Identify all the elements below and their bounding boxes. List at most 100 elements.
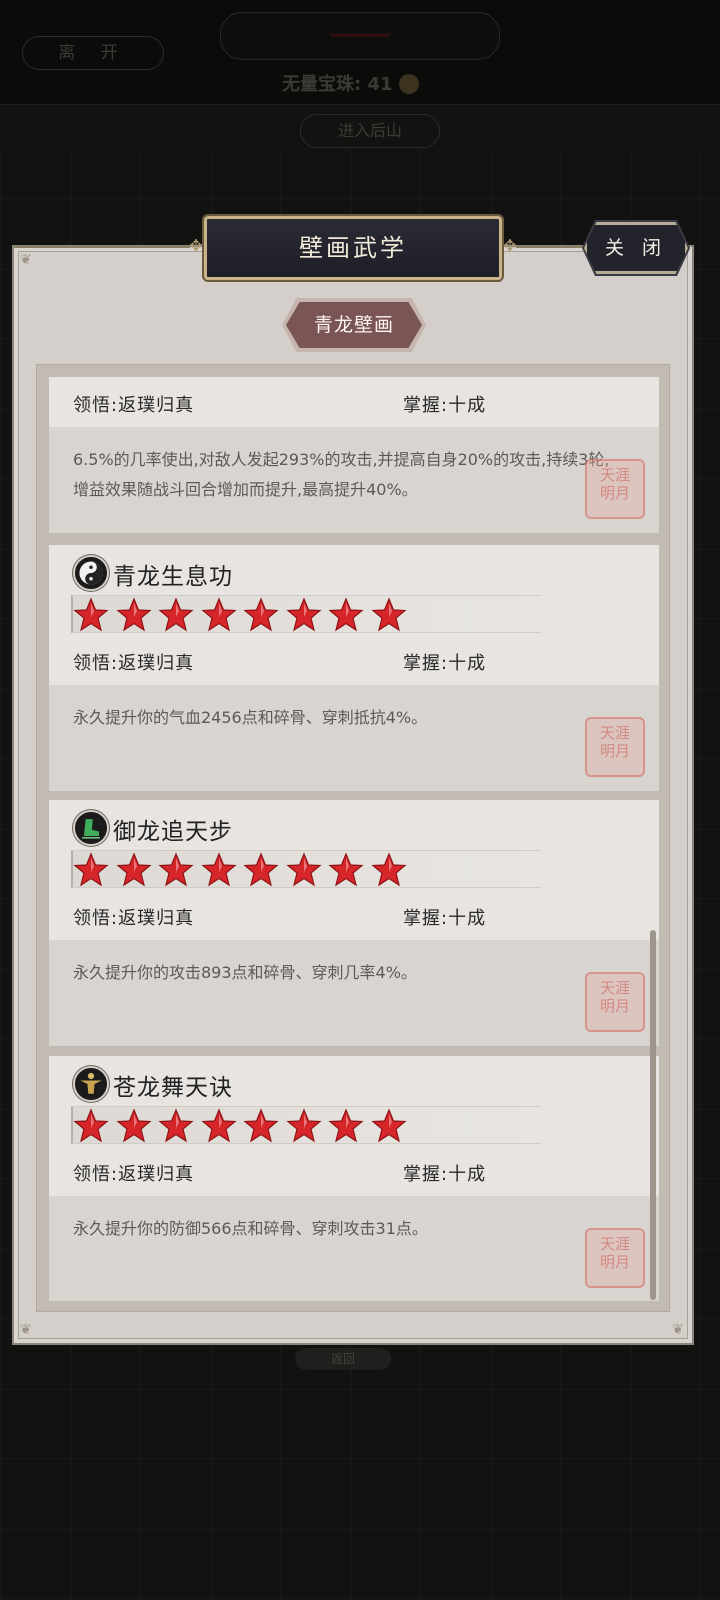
knot-ornament-icon: ✥ [503, 236, 517, 255]
skill-description: 永久提升你的防御566点和碎骨、穿刺攻击31点。 [73, 1219, 428, 1238]
skill-description: 6.5%的几率使出,对敌人发起293%的攻击,并提高自身20%的攻击,持续3轮,… [73, 450, 610, 499]
skill-description-area: 永久提升你的防御566点和碎骨、穿刺攻击31点。 天涯 明月 [49, 1196, 659, 1301]
corner-ornament-icon: ❦ [672, 1322, 684, 1338]
mastery-label: 掌握: [403, 653, 449, 674]
comprehension-value: 返璞归真 [118, 395, 195, 416]
corner-ornament-icon: ❦ [20, 252, 32, 268]
skill-description-area: 6.5%的几率使出,对敌人发起293%的攻击,并提高自身20%的攻击,持续3轮,… [49, 427, 659, 533]
seal-stamp-icon: 天涯 明月 [585, 1228, 645, 1288]
skill-name: 青龙生息功 [113, 564, 233, 590]
star-icon [328, 852, 364, 887]
star-icon [243, 1108, 279, 1143]
comprehension-field: 领悟:返璞归真 [73, 1160, 194, 1186]
comprehension-value: 返璞归真 [118, 1164, 195, 1185]
taiji-icon [73, 555, 109, 591]
mastery-field: 掌握:十成 [403, 649, 486, 675]
scrollbar[interactable] [650, 930, 656, 1300]
comprehension-field: 领悟:返璞归真 [73, 904, 194, 930]
comprehension-label: 领悟: [73, 395, 119, 416]
return-button[interactable]: 返回 [295, 1348, 391, 1370]
comprehension-label: 领悟: [73, 1164, 119, 1185]
seal-stamp-icon: 天涯 明月 [585, 972, 645, 1032]
star-icon [370, 597, 407, 632]
close-button[interactable]: 关 闭 [584, 222, 688, 274]
golden-figure-icon [73, 1066, 109, 1102]
skill-header: 苍龙舞天诀 [49, 1056, 659, 1146]
mastery-field: 掌握:十成 [403, 1160, 486, 1186]
skill-meta-row: 领悟:返璞归真 掌握:十成 [49, 890, 659, 940]
section-tag: 青龙壁画 [286, 302, 422, 348]
comprehension-label: 领悟: [73, 653, 119, 674]
modal-title: 壁画武学 [202, 214, 504, 282]
comprehension-field: 领悟:返璞归真 [73, 649, 194, 675]
star-icon [243, 852, 279, 887]
skill-description-area: 永久提升你的攻击893点和碎骨、穿刺几率4%。 天涯 明月 [49, 940, 659, 1046]
skill-name: 苍龙舞天诀 [113, 1075, 233, 1101]
skill-description: 永久提升你的气血2456点和碎骨、穿刺抵抗4%。 [73, 708, 428, 727]
skill-meta-row: 领悟:返璞归真 掌握:十成 [49, 1146, 659, 1196]
star-icon [200, 597, 237, 632]
skill-card[interactable]: 御龙追天步领悟:返璞归真 掌握:十成永久提升你的攻击893点和碎骨、穿刺几率4%。… [49, 800, 659, 1046]
skill-description: 永久提升你的攻击893点和碎骨、穿刺几率4%。 [73, 963, 417, 982]
star-icon [370, 852, 407, 887]
star-icon [158, 1108, 194, 1143]
star-icon [285, 852, 322, 887]
mastery-label: 掌握: [403, 908, 449, 929]
green-boot-icon [73, 810, 109, 846]
skill-list-frame: 领悟:返璞归真 掌握:十成 6.5%的几率使出,对敌人发起293%的攻击,并提高自身… [36, 364, 670, 1312]
star-icon [370, 1108, 407, 1143]
mastery-field: 掌握:十成 [403, 904, 486, 930]
star-icon [115, 1108, 152, 1143]
currency-value: 41 [367, 74, 393, 95]
star-rating [71, 850, 541, 888]
skill-card[interactable]: 苍龙舞天诀领悟:返璞归真 掌握:十成永久提升你的防御566点和碎骨、穿刺攻击31点… [49, 1056, 659, 1301]
scene-title: 一一一 [220, 12, 500, 60]
star-icon [328, 597, 364, 632]
mastery-value: 十成 [448, 1164, 487, 1185]
knot-ornament-icon: ✥ [189, 236, 203, 255]
skill-name: 御龙追天步 [113, 819, 233, 845]
star-icon [158, 597, 194, 632]
star-icon [285, 1108, 322, 1143]
skill-meta-row: 领悟:返璞归真 掌握:十成 [49, 635, 659, 685]
mastery-field: 掌握:十成 [403, 391, 486, 417]
mastery-label: 掌握: [403, 1164, 449, 1185]
star-icon [73, 597, 109, 632]
mastery-label: 掌握: [403, 395, 449, 416]
pearl-icon [398, 74, 419, 94]
star-icon [158, 852, 194, 887]
seal-stamp-icon: 天涯 明月 [585, 459, 645, 519]
skill-card[interactable]: 领悟:返璞归真 掌握:十成 6.5%的几率使出,对敌人发起293%的攻击,并提高自身… [49, 377, 659, 533]
comprehension-value: 返璞归真 [118, 908, 195, 929]
star-rating [71, 595, 541, 633]
star-icon [328, 1108, 364, 1143]
corner-ornament-icon: ❦ [20, 1322, 32, 1338]
star-icon [73, 1108, 109, 1143]
comprehension-value: 返璞归真 [118, 653, 195, 674]
currency-label: 无量宝珠: [282, 74, 362, 95]
seal-stamp-icon: 天涯 明月 [585, 717, 645, 777]
skill-meta-row: 领悟:返璞归真 掌握:十成 [49, 377, 659, 427]
comprehension-field: 领悟:返璞归真 [73, 391, 194, 417]
star-icon [115, 852, 152, 887]
star-icon [200, 852, 237, 887]
mastery-value: 十成 [448, 653, 487, 674]
leave-button[interactable]: 离 开 [22, 36, 164, 70]
comprehension-label: 领悟: [73, 908, 119, 929]
star-icon [115, 597, 152, 632]
skill-description-area: 永久提升你的气血2456点和碎骨、穿刺抵抗4%。 天涯 明月 [49, 685, 659, 791]
star-icon [200, 1108, 237, 1143]
star-icon [73, 852, 109, 887]
skill-list[interactable]: 领悟:返璞归真 掌握:十成 6.5%的几率使出,对敌人发起293%的攻击,并提高自身… [49, 377, 659, 1301]
mastery-value: 十成 [448, 908, 487, 929]
currency-display: 无量宝珠: 41 [282, 70, 419, 96]
skill-header: 青龙生息功 [49, 545, 659, 635]
skill-header: 御龙追天步 [49, 800, 659, 890]
enter-back-mountain-button[interactable]: 进入后山 [300, 114, 440, 148]
title-decor-line [14, 246, 190, 248]
skill-card[interactable]: 青龙生息功领悟:返璞归真 掌握:十成永久提升你的气血2456点和碎骨、穿刺抵抗4%… [49, 545, 659, 791]
star-icon [285, 597, 322, 632]
star-rating [71, 1106, 541, 1144]
mastery-value: 十成 [448, 395, 487, 416]
star-icon [243, 597, 279, 632]
